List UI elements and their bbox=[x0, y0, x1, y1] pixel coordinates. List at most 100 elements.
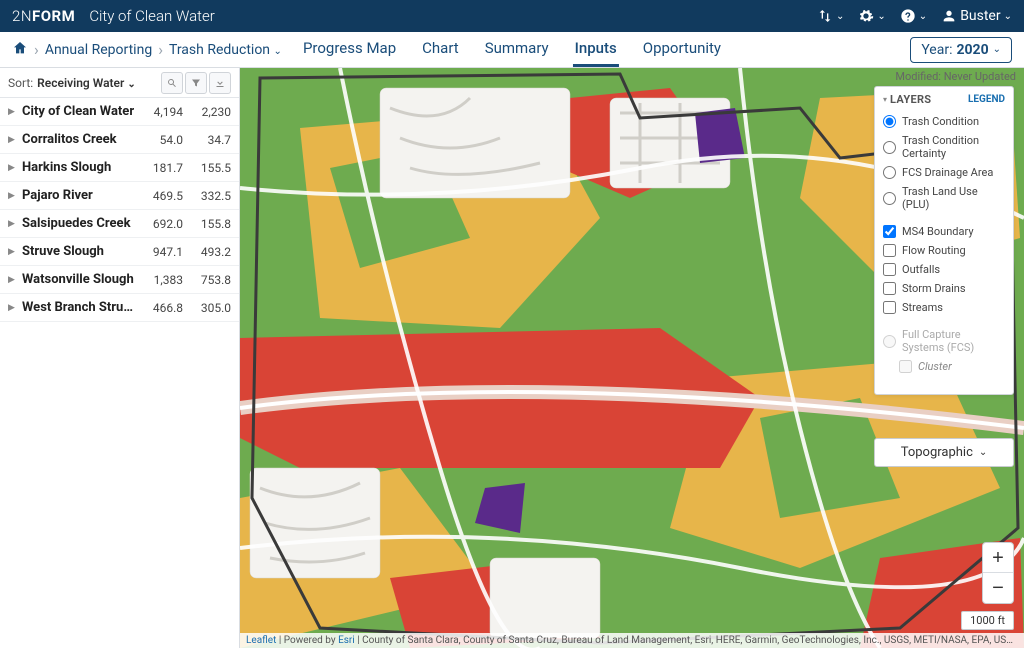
tab-summary[interactable]: Summary bbox=[483, 32, 551, 67]
layer-radio[interactable] bbox=[883, 141, 896, 154]
layer-radio[interactable] bbox=[883, 166, 896, 179]
layer-radio[interactable] bbox=[883, 192, 896, 205]
chevron-right-icon: › bbox=[158, 40, 163, 59]
app-title: City of Clean Water bbox=[89, 7, 214, 25]
layer-trash-condition-certainty[interactable]: Trash Condition Certainty bbox=[883, 131, 1005, 163]
zoom-controls: + − bbox=[982, 542, 1014, 604]
gear-icon[interactable]: ⌄ bbox=[858, 8, 885, 24]
help-icon[interactable]: ⌄ bbox=[900, 8, 927, 24]
expand-icon[interactable]: ▶ bbox=[8, 247, 18, 257]
list-item[interactable]: ▶ Harkins Slough181.7 155.5 bbox=[0, 154, 239, 182]
sort-label: Sort: bbox=[8, 76, 33, 90]
filter-icon[interactable] bbox=[185, 72, 207, 94]
breadcrumb: › Annual Reporting › Trash Reduction ⌄ bbox=[12, 40, 282, 60]
list-item[interactable]: ▶Struve Slough947.1493.2 bbox=[0, 238, 239, 266]
row-val1: 1,383 bbox=[139, 273, 183, 287]
row-val1: 4,194 bbox=[139, 105, 183, 119]
basemap-label: Topographic bbox=[901, 445, 973, 460]
row-name: City of Clean Water bbox=[22, 104, 139, 119]
row-val1: 692.0 bbox=[139, 217, 183, 231]
year-selector[interactable]: Year: 2020 ⌄ bbox=[910, 37, 1012, 63]
sort-value[interactable]: Receiving Water ⌄ bbox=[37, 76, 136, 90]
list-item[interactable]: ▶ City of Clean Water4,194 2,230 bbox=[0, 98, 239, 126]
collapse-icon[interactable]: ▾ bbox=[883, 95, 887, 104]
row-name: Corralitos Creek bbox=[22, 132, 139, 147]
row-val2: 332.5 bbox=[187, 189, 231, 203]
layer-fcs-cluster[interactable]: Cluster bbox=[883, 357, 1005, 376]
user-menu[interactable]: Buster⌄ bbox=[941, 8, 1012, 24]
layer-check[interactable] bbox=[883, 301, 896, 314]
subnav: › Annual Reporting › Trash Reduction ⌄ P… bbox=[0, 32, 1024, 68]
list-item[interactable]: ▶Corralitos Creek54.034.7 bbox=[0, 126, 239, 154]
row-val1: 54.0 bbox=[139, 133, 183, 147]
zoom-in-button[interactable]: + bbox=[983, 543, 1013, 573]
row-val2: 155.5 bbox=[187, 161, 231, 175]
row-val1: 469.5 bbox=[139, 189, 183, 203]
sort-toggle-icon[interactable]: ⌄ bbox=[817, 8, 844, 24]
layer-check[interactable] bbox=[883, 244, 896, 257]
layer-flow-routing[interactable]: Flow Routing bbox=[883, 241, 1005, 260]
legend-link[interactable]: LEGEND bbox=[968, 94, 1005, 105]
crumb-trash-reduction[interactable]: Trash Reduction ⌄ bbox=[169, 42, 282, 58]
search-icon[interactable] bbox=[161, 72, 183, 94]
row-name: Pajaro River bbox=[22, 188, 139, 203]
row-name: West Branch Struve Slo... bbox=[22, 300, 139, 315]
layer-fcs[interactable]: Full Capture Systems (FCS) bbox=[883, 325, 1005, 357]
row-val2: 753.8 bbox=[187, 273, 231, 287]
scale-bar: 1000 ft bbox=[961, 611, 1014, 630]
expand-icon[interactable]: ▶ bbox=[8, 135, 18, 145]
layers-title: LAYERS bbox=[890, 93, 931, 106]
basemap-selector[interactable]: Topographic ⌄ bbox=[874, 438, 1014, 467]
sidebar: Sort: Receiving Water ⌄ ▶ City of Clean W… bbox=[0, 68, 240, 648]
crumb-annual-reporting[interactable]: Annual Reporting bbox=[45, 42, 152, 58]
list-item[interactable]: ▶Salsipuedes Creek692.0155.8 bbox=[0, 210, 239, 238]
tab-opportunity[interactable]: Opportunity bbox=[641, 32, 723, 67]
list-item[interactable]: ▶ Pajaro River469.5 332.5 bbox=[0, 182, 239, 210]
expand-icon[interactable]: ▶ bbox=[8, 275, 18, 285]
layer-check[interactable] bbox=[883, 282, 896, 295]
expand-icon[interactable]: ▶ bbox=[8, 163, 18, 173]
sort-bar: Sort: Receiving Water ⌄ bbox=[0, 68, 239, 98]
map-attribution: Leaflet | Powered by Esri | County of Sa… bbox=[240, 633, 1024, 648]
layer-check[interactable] bbox=[883, 263, 896, 276]
list-item[interactable]: ▶Watsonville Slough1,383753.8 bbox=[0, 266, 239, 294]
logo: 2NFORM bbox=[12, 7, 75, 25]
expand-icon[interactable]: ▶ bbox=[8, 191, 18, 201]
layer-radio[interactable] bbox=[883, 115, 896, 128]
username: Buster bbox=[960, 8, 1000, 24]
modified-label: Modified: Never Updated bbox=[895, 70, 1016, 83]
download-icon[interactable] bbox=[209, 72, 231, 94]
expand-icon[interactable]: ▶ bbox=[8, 303, 18, 313]
layer-trash-land-use-plu-[interactable]: Trash Land Use (PLU) bbox=[883, 182, 1005, 214]
zoom-out-button[interactable]: − bbox=[983, 573, 1013, 603]
layer-check[interactable] bbox=[883, 225, 896, 238]
expand-icon[interactable]: ▶ bbox=[8, 219, 18, 229]
tab-chart[interactable]: Chart bbox=[420, 32, 461, 67]
row-val1: 181.7 bbox=[139, 161, 183, 175]
map[interactable]: Modified: Never Updated bbox=[240, 68, 1024, 648]
tab-progress-map[interactable]: Progress Map bbox=[301, 32, 398, 67]
tabs: Progress Map Chart Summary Inputs Opportunit… bbox=[301, 32, 723, 67]
layer-trash-condition[interactable]: Trash Condition bbox=[883, 112, 1005, 131]
layer-ms4-boundary[interactable]: MS4 Boundary bbox=[883, 222, 1005, 241]
layer-streams[interactable]: Streams bbox=[883, 298, 1005, 317]
layer-fcs-label: Full Capture Systems (FCS) bbox=[902, 328, 1005, 354]
tab-inputs[interactable]: Inputs bbox=[573, 32, 619, 67]
row-val2: 2,230 bbox=[187, 105, 231, 119]
esri-link[interactable]: Esri bbox=[338, 635, 355, 646]
leaflet-link[interactable]: Leaflet bbox=[246, 635, 276, 646]
layers-panel: ▾ LAYERS LEGEND Trash ConditionTrash Con… bbox=[874, 86, 1014, 395]
layer-storm-drains[interactable]: Storm Drains bbox=[883, 279, 1005, 298]
layer-fcs-cluster-label: Cluster bbox=[918, 360, 952, 373]
topbar: 2NFORM City of Clean Water ⌄ ⌄ ⌄ Buster⌄ bbox=[0, 0, 1024, 32]
receiving-water-list: ▶ City of Clean Water4,194 2,230 ▶ Corralito… bbox=[0, 98, 239, 648]
row-val1: 466.8 bbox=[139, 301, 183, 315]
layer-fcs-radio[interactable] bbox=[883, 335, 896, 348]
row-name: Harkins Slough bbox=[22, 160, 139, 175]
layer-fcs-cluster-check[interactable] bbox=[899, 360, 912, 373]
list-item[interactable]: ▶West Branch Struve Slo...466.8305.0 bbox=[0, 294, 239, 322]
home-icon[interactable] bbox=[12, 40, 28, 60]
layer-outfalls[interactable]: Outfalls bbox=[883, 260, 1005, 279]
expand-icon[interactable]: ▶ bbox=[8, 107, 18, 117]
layer-fcs-drainage-area[interactable]: FCS Drainage Area bbox=[883, 163, 1005, 182]
